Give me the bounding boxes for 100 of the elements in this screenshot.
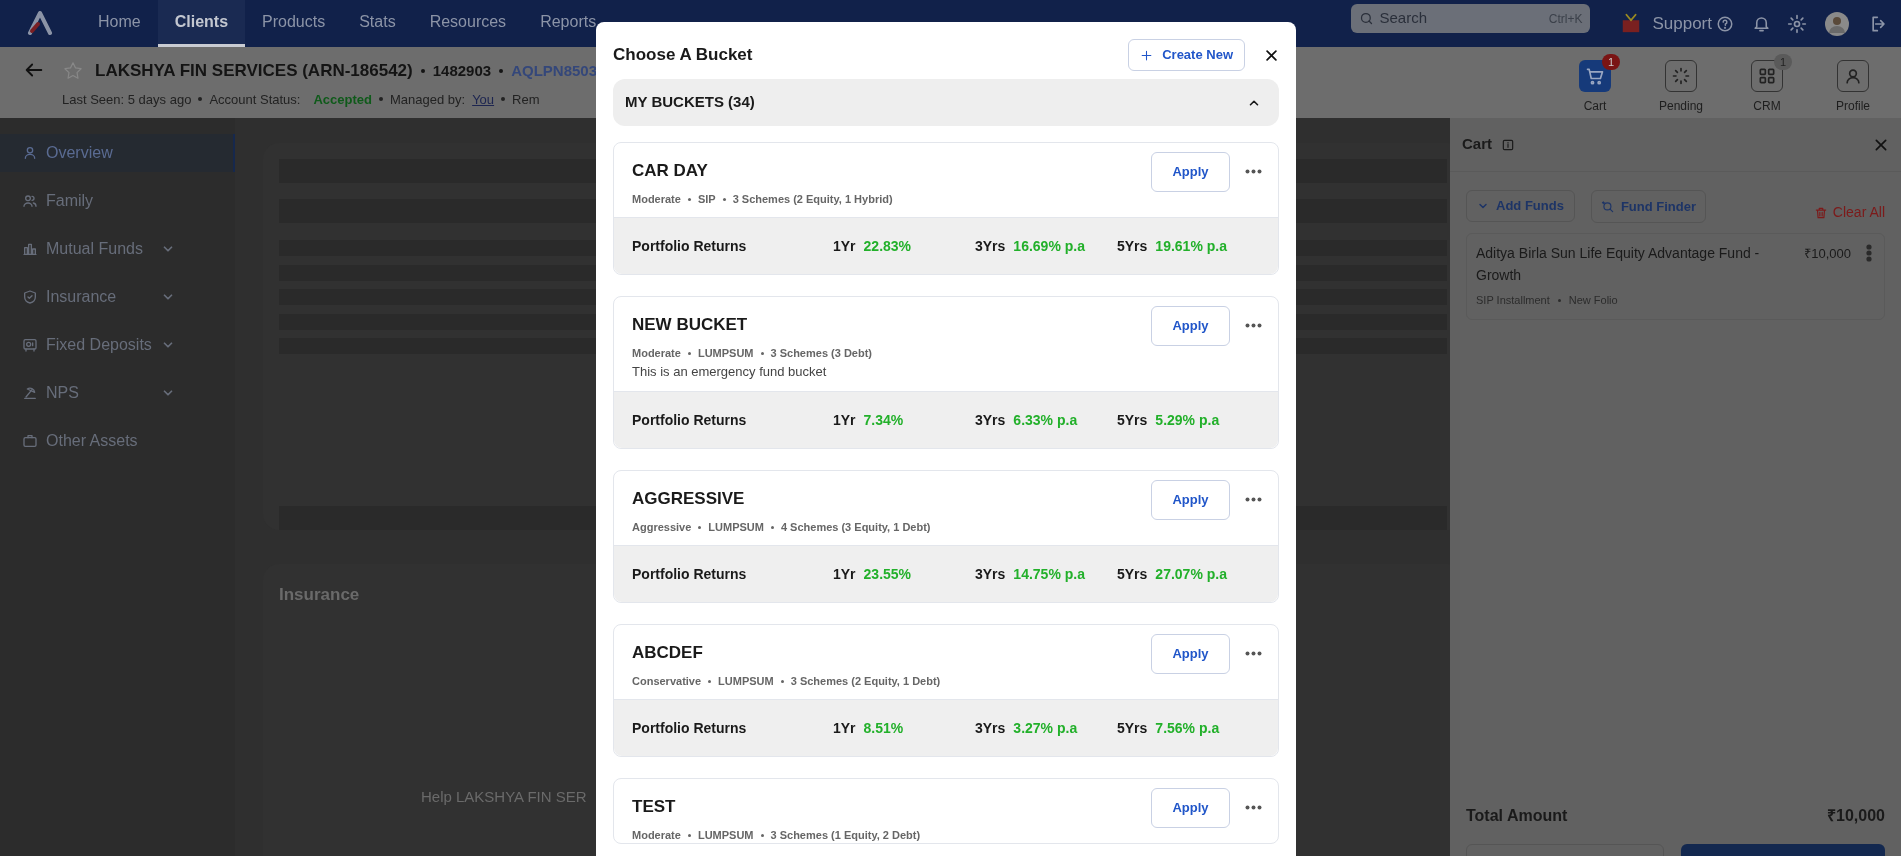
avatar-icon[interactable] [1825, 11, 1849, 36]
sidebar-item[interactable]: Fixed Deposits [0, 326, 235, 364]
clear-all-button[interactable]: Clear All [1813, 202, 1885, 223]
sidebar-item[interactable]: Overview [0, 134, 235, 172]
action-button[interactable]: Pending [1650, 60, 1712, 115]
schemes-label: 3 Schemes (2 Equity, 1 Hybrid) [732, 192, 893, 207]
nav-tab[interactable]: Products [245, 0, 343, 47]
mode-label: LUMPSUM [708, 520, 764, 535]
count-badge: 1 [1602, 54, 1620, 70]
bell-icon[interactable] [1752, 14, 1771, 33]
support-link[interactable]: Support [1652, 10, 1712, 37]
apply-button[interactable]: Apply [1151, 788, 1230, 828]
more-icon[interactable] [1245, 805, 1262, 810]
mode-label: LUMPSUM [697, 828, 754, 843]
more-icon[interactable] [1245, 497, 1262, 502]
period-label: 3Yrs [975, 410, 1006, 430]
return-value: 16.69% p.a [1013, 236, 1085, 256]
returns-label: Portfolio Returns [632, 410, 748, 430]
sidebar-item[interactable]: Family [0, 182, 235, 220]
help-text: Help LAKSHYA FIN SER [421, 787, 587, 807]
nav-tab[interactable]: Resources [412, 0, 524, 47]
section-header[interactable]: MY BUCKETS (34) [613, 79, 1279, 126]
search-icon [1600, 199, 1615, 214]
close-icon[interactable] [1264, 47, 1279, 63]
account-status: Accepted [313, 90, 372, 109]
mode-label: SIP [697, 192, 716, 207]
sidebar-label: Overview [46, 143, 114, 163]
return-value: 7.34% [863, 410, 904, 430]
add-funds-button[interactable]: Add Funds [1466, 190, 1575, 222]
last-seen-text: Last Seen: 5 days ago [62, 90, 192, 109]
nav-tab[interactable]: Clients [157, 0, 246, 47]
bucket-name: ABCDEF [632, 642, 704, 664]
managed-by-label: Managed by: [389, 90, 466, 109]
nav-tab[interactable]: Stats [342, 0, 413, 47]
risk-label: Moderate [632, 346, 681, 361]
panel-title: Cart [1462, 134, 1492, 155]
sidebar-item[interactable]: Other Assets [0, 422, 235, 460]
return-value: 19.61% p.a [1155, 236, 1227, 256]
risk-label: Moderate [632, 828, 681, 843]
schemes-label: 3 Schemes (2 Equity, 1 Debt) [790, 674, 941, 689]
bar-chart-icon [22, 241, 38, 257]
sidebar-label: Fixed Deposits [46, 335, 153, 355]
help-icon[interactable] [1716, 14, 1734, 33]
cart-icon [1585, 66, 1605, 86]
return-value: 6.33% p.a [1013, 410, 1078, 430]
plus-icon [1140, 48, 1154, 62]
fund-amount: ₹10,000 [1804, 245, 1851, 263]
apply-button[interactable]: Apply [1151, 152, 1230, 192]
period-label: 5Yrs [1117, 718, 1148, 738]
mode-label: LUMPSUM [718, 674, 774, 689]
dialog-title: Choose A Bucket [613, 44, 753, 67]
return-value: 5.29% p.a [1155, 410, 1220, 430]
more-icon[interactable] [1245, 651, 1262, 656]
return-value: 22.83% [863, 236, 912, 256]
create-new-button[interactable]: Create New [1128, 39, 1245, 71]
info-icon [1501, 137, 1515, 152]
sidebar-label: Family [46, 191, 95, 211]
fund-finder-button[interactable]: Fund Finder [1590, 190, 1706, 223]
sidebar-item[interactable]: Insurance [0, 278, 235, 316]
total-label: Total Amount [1466, 806, 1568, 826]
spinner-icon [1671, 66, 1691, 86]
trash-icon [1813, 205, 1828, 220]
sidebar-item[interactable]: Mutual Funds [0, 230, 235, 268]
bucket-name: NEW BUCKET [632, 314, 749, 336]
total-amount: ₹10,000 [1827, 806, 1885, 826]
person-icon [22, 145, 38, 161]
apply-button[interactable]: Apply [1151, 634, 1230, 674]
search-placeholder: Search [1379, 8, 1428, 29]
action-button[interactable]: Profile [1822, 60, 1884, 115]
apply-button[interactable]: Apply [1151, 306, 1230, 346]
returns-label: Portfolio Returns [632, 564, 748, 584]
risk-label: Moderate [632, 192, 681, 207]
bucket-name: CAR DAY [632, 160, 709, 182]
bucket-name: TEST [632, 796, 677, 818]
period-label: 1Yr [833, 718, 856, 738]
status-label: Account Status: [209, 90, 301, 109]
more-icon[interactable] [1245, 169, 1262, 174]
sidebar-label: Insurance [46, 287, 118, 307]
client-name: LAKSHYA FIN SERVICES (ARN-186542) [95, 60, 413, 82]
star-icon[interactable] [62, 59, 84, 82]
risk-label: Aggressive [632, 520, 692, 535]
manager-link[interactable]: You [472, 89, 495, 109]
apply-button[interactable]: Apply [1151, 480, 1230, 520]
return-value: 8.51% [863, 718, 904, 738]
person-icon [1843, 66, 1863, 86]
mode-label: LUMPSUM [697, 346, 754, 361]
pan-link[interactable]: AQLPN8503 [511, 59, 598, 82]
period-label: 3Yrs [975, 718, 1006, 738]
period-label: 3Yrs [975, 564, 1006, 584]
period-label: 3Yrs [975, 236, 1006, 256]
sidebar-item[interactable]: NPS [0, 374, 235, 412]
settings-icon[interactable] [1787, 13, 1807, 34]
returns-label: Portfolio Returns [632, 718, 748, 738]
return-value: 3.27% p.a [1013, 718, 1078, 738]
header-text: Rem [512, 90, 540, 109]
bucket-name: AGGRESSIVE [632, 488, 746, 510]
nav-tab[interactable]: Home [81, 0, 158, 47]
period-label: 1Yr [833, 236, 856, 256]
more-icon[interactable] [1245, 323, 1262, 328]
return-value: 27.07% p.a [1155, 564, 1227, 584]
